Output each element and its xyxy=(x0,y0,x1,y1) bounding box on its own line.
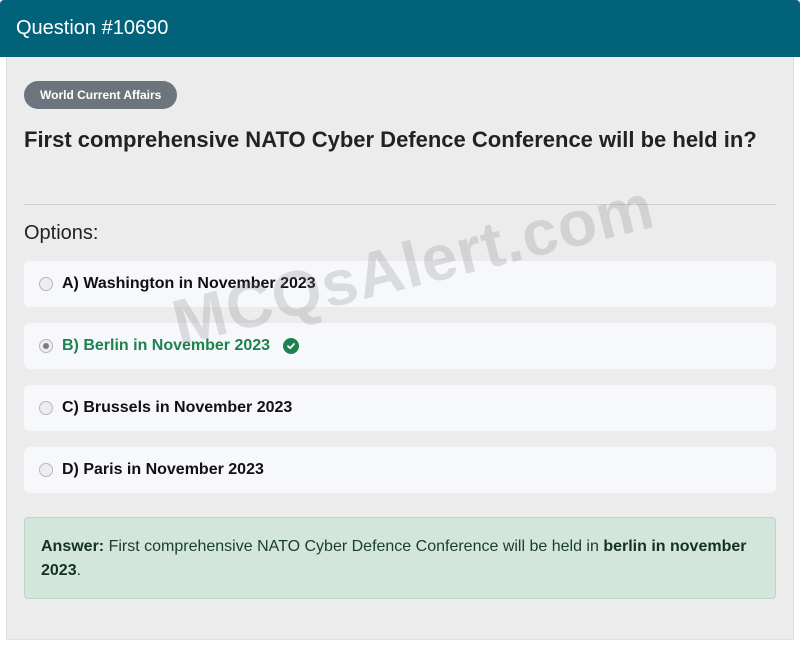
radio-icon[interactable] xyxy=(39,401,53,415)
radio-checked-icon[interactable] xyxy=(39,339,53,353)
option-label: A) Washington in November 2023 xyxy=(62,275,316,292)
option-b[interactable]: B) Berlin in November 2023 xyxy=(24,323,776,369)
answer-text: First comprehensive NATO Cyber Defence C… xyxy=(108,538,599,555)
question-header: Question #10690 xyxy=(0,0,800,57)
option-c[interactable]: C) Brussels in November 2023 xyxy=(24,385,776,431)
options-heading: Options: xyxy=(24,222,99,244)
divider xyxy=(24,204,776,205)
answer-suffix: . xyxy=(76,562,82,579)
radio-icon[interactable] xyxy=(39,463,53,477)
question-number: Question #10690 xyxy=(16,17,169,39)
option-label: B) Berlin in November 2023 xyxy=(62,337,271,354)
answer-box: Answer: First comprehensive NATO Cyber D… xyxy=(24,517,776,599)
option-label: D) Paris in November 2023 xyxy=(62,461,264,478)
question-text: First comprehensive NATO Cyber Defence C… xyxy=(24,127,757,152)
option-d[interactable]: D) Paris in November 2023 xyxy=(24,447,776,493)
option-a[interactable]: A) Washington in November 2023 xyxy=(24,261,776,307)
answer-prefix: Answer: xyxy=(41,538,105,555)
check-circle-icon xyxy=(283,338,300,354)
radio-icon[interactable] xyxy=(39,277,53,291)
option-label: C) Brussels in November 2023 xyxy=(62,399,293,416)
category-badge[interactable]: World Current Affairs xyxy=(24,81,178,109)
